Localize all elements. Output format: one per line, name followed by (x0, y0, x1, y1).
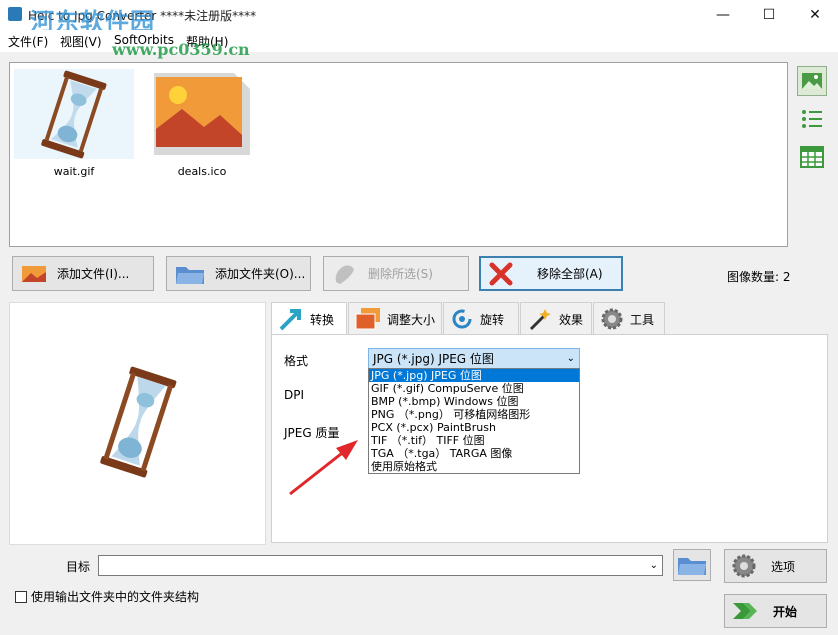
format-option-pcx[interactable]: PCX (*.pcx) PaintBrush (369, 421, 579, 434)
table-icon (800, 146, 824, 168)
red-x-icon (489, 262, 513, 285)
preview-pane (9, 302, 266, 545)
add-files-button[interactable]: 添加文件(I)... (12, 256, 154, 291)
remove-selected-label: 删除所选(S) (368, 267, 433, 281)
browse-folder-button[interactable] (673, 549, 711, 581)
format-option-original[interactable]: 使用原始格式 (369, 460, 579, 473)
gear-icon (601, 308, 623, 330)
gear-icon (732, 554, 756, 578)
tab-effects[interactable]: 效果 (520, 302, 592, 335)
table-view-button[interactable] (797, 142, 827, 172)
add-folder-button[interactable]: 添加文件夹(O)... (166, 256, 311, 291)
format-option-png[interactable]: PNG （*.png） 可移植网络图形 (369, 408, 579, 421)
list-view-button[interactable] (797, 104, 827, 134)
tab-label: 转换 (310, 313, 335, 327)
file-name: wait.gif (53, 165, 95, 178)
tab-resize[interactable]: 调整大小 (348, 302, 442, 335)
keep-structure-label: 使用输出文件夹中的文件夹结构 (31, 590, 200, 604)
format-select[interactable]: JPG (*.jpg) JPEG 位图 ⌄ (368, 348, 580, 369)
folder-icon (678, 558, 706, 575)
tab-convert[interactable]: 转换 (271, 302, 347, 336)
tab-label: 旋转 (480, 312, 505, 327)
tab-label: 调整大小 (387, 312, 436, 327)
annotation-arrow-icon (289, 440, 358, 496)
format-option-tif[interactable]: TIF （*.tif） TIFF 位图 (369, 434, 579, 447)
resize-icon (355, 308, 380, 330)
format-option-gif[interactable]: GIF (*.gif) CompuServe 位图 (369, 382, 579, 395)
list-icon (802, 110, 822, 128)
remove-all-label: 移除全部(A) (537, 267, 603, 281)
hourglass-icon (41, 70, 107, 159)
forward-arrow-icon (733, 603, 757, 619)
file-name: deals.ico (177, 165, 227, 178)
minimize-button[interactable]: — (700, 0, 746, 30)
magic-wand-icon (529, 309, 551, 331)
image-count: 图像数量: 2 (727, 270, 791, 284)
file-item-deals-ico[interactable] (142, 69, 262, 159)
convert-arrow-icon (279, 308, 301, 330)
format-option-bmp[interactable]: BMP (*.bmp) Windows 位图 (369, 395, 579, 408)
tab-label: 工具 (630, 312, 655, 327)
chevron-down-icon: ⌄ (566, 353, 575, 364)
start-button[interactable]: 开始 (724, 594, 827, 628)
remove-all-button[interactable]: 移除全部(A) (479, 256, 623, 291)
dpi-label: DPI (284, 388, 305, 402)
image-icon (154, 73, 250, 155)
tab-rotate[interactable]: 旋转 (443, 302, 519, 335)
eraser-icon (335, 265, 354, 284)
tab-label: 效果 (559, 312, 584, 327)
maximize-button[interactable]: ☐ (746, 0, 792, 30)
picture-icon (802, 73, 822, 89)
tab-tools[interactable]: 工具 (593, 302, 665, 335)
format-option-tga[interactable]: TGA （*.tga） TARGA 图像 (369, 447, 579, 460)
remove-selected-button[interactable]: 删除所选(S) (323, 256, 469, 291)
preview-hourglass-icon (100, 366, 177, 478)
chevron-down-icon: ⌄ (649, 560, 658, 571)
watermark-url: www.pc0359.cn (112, 40, 250, 59)
format-label: 格式 (284, 354, 309, 368)
close-button[interactable]: ✕ (792, 0, 838, 30)
destination-combobox[interactable]: ⌄ (98, 555, 663, 576)
start-label: 开始 (773, 604, 798, 619)
options-button[interactable]: 选项 (724, 549, 827, 583)
format-dropdown-list: JPG (*.jpg) JPEG 位图 GIF (*.gif) CompuSer… (368, 368, 580, 474)
destination-label: 目标 (66, 560, 91, 574)
format-option-jpg[interactable]: JPG (*.jpg) JPEG 位图 (369, 369, 579, 382)
menu-view[interactable]: 视图(V) (60, 33, 102, 50)
format-select-value: JPG (*.jpg) JPEG 位图 (373, 352, 494, 366)
checkbox-box[interactable] (15, 590, 27, 603)
file-list[interactable]: wait.gif deals.ico (9, 62, 788, 247)
add-image-icon (22, 265, 46, 282)
folder-icon (176, 266, 204, 284)
menu-file[interactable]: 文件(F) (8, 33, 48, 50)
thumbnail-view-button[interactable] (797, 66, 827, 96)
file-item-wait-gif[interactable] (14, 69, 134, 159)
keep-structure-checkbox[interactable]: 使用输出文件夹中的文件夹结构 (15, 588, 199, 605)
add-files-label: 添加文件(I)... (57, 267, 130, 281)
add-folder-label: 添加文件夹(O)... (215, 267, 306, 281)
rotate-icon (452, 309, 472, 329)
app-icon (8, 7, 22, 21)
options-label: 选项 (771, 559, 796, 574)
